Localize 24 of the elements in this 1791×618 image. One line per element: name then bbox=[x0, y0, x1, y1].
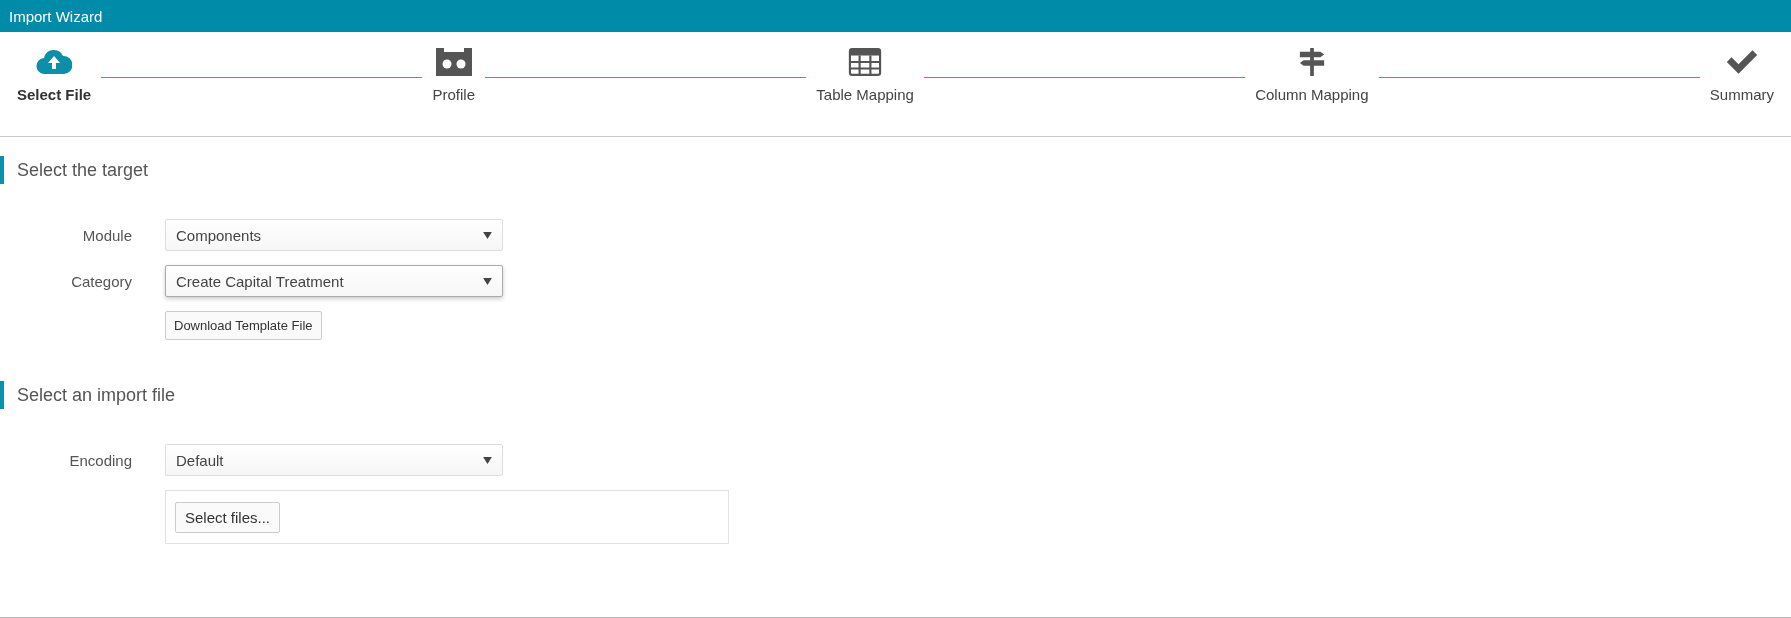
wizard-step[interactable]: Summary bbox=[1709, 48, 1775, 103]
wizard-step[interactable]: Column Mapping bbox=[1255, 48, 1369, 103]
field-label: Encoding bbox=[69, 451, 132, 469]
table-grid-icon bbox=[847, 48, 884, 76]
dropdown[interactable]: Default bbox=[165, 444, 503, 476]
film-strip-icon bbox=[435, 48, 472, 76]
dropdown[interactable]: Create Capital Treatment bbox=[165, 265, 503, 297]
section-marker bbox=[0, 381, 4, 409]
section-heading: Select an import file bbox=[17, 384, 176, 406]
field-label: Module bbox=[82, 226, 132, 244]
wizard-step[interactable]: Table Mapping bbox=[816, 48, 914, 103]
dropdown[interactable]: Components bbox=[165, 219, 503, 251]
wizard-step[interactable]: Profile bbox=[432, 48, 475, 103]
field-label: Category bbox=[71, 272, 132, 290]
wizard-step[interactable]: Select File bbox=[17, 48, 92, 103]
section-heading: Select the target bbox=[17, 159, 149, 181]
select-files-button[interactable]: Select files... bbox=[175, 501, 281, 533]
caret-icon bbox=[483, 277, 492, 285]
download-button[interactable]: Download Template File bbox=[165, 311, 322, 340]
section-marker bbox=[0, 156, 4, 184]
caret-icon bbox=[483, 456, 492, 464]
window-title: Import Wizard bbox=[9, 7, 103, 25]
cloud-upload-icon bbox=[36, 48, 73, 76]
caret-icon bbox=[483, 231, 492, 239]
